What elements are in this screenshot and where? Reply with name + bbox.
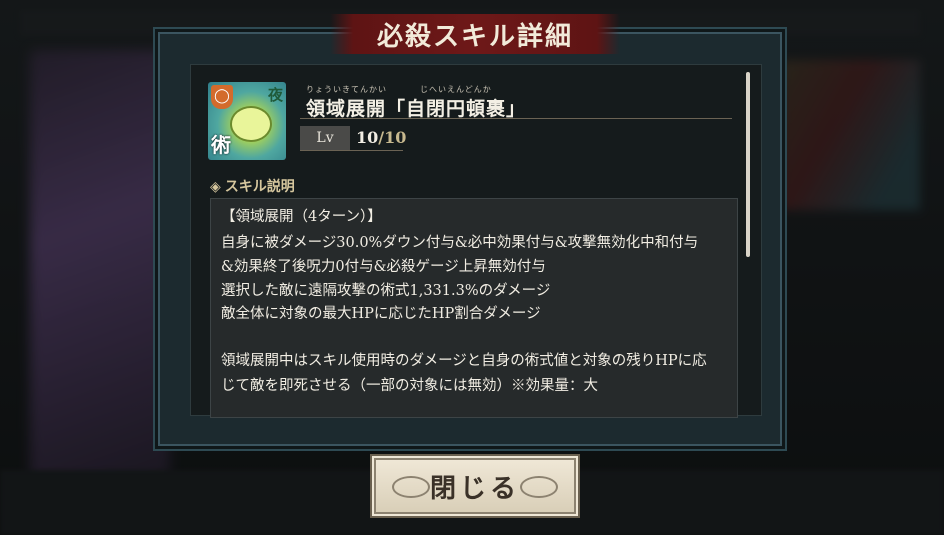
- skill-level: 10/10: [356, 128, 406, 147]
- ornament-left-icon: [392, 476, 430, 498]
- description-line: 領域展開中はスキル使用時のダメージと自身の術式値と対象の残りHPに応: [221, 353, 707, 369]
- close-button[interactable]: 閉じる: [374, 458, 576, 514]
- description-line: 【領域展開（4ターン）】: [221, 209, 382, 225]
- description-line: 選択した敵に遠隔攻撃の術式1,331.3%のダメージ: [221, 283, 551, 299]
- skill-emblem-icon: [230, 106, 272, 142]
- description-scrollbar[interactable]: [746, 72, 750, 257]
- skill-name-divider: [300, 118, 732, 119]
- description-line: じて敵を即死させる（一部の対象には無効）※効果量：大: [221, 378, 598, 394]
- description-line: 自身に被ダメージ30.0%ダウン付与&必中効果付与&攻撃無効化中和付与: [221, 235, 699, 251]
- level-label: Lv: [300, 126, 350, 150]
- skill-icon: ◯ 夜 術: [208, 82, 286, 160]
- ornament-right-icon: [520, 476, 558, 498]
- night-badge-icon: 夜: [267, 86, 283, 104]
- section-label: スキル説明: [224, 179, 295, 195]
- level-current: 10: [356, 128, 379, 147]
- close-button-label: 閉じる: [429, 473, 520, 504]
- level-divider: [300, 150, 403, 151]
- skill-description-box[interactable]: 【領域展開（4ターン）】 自身に被ダメージ30.0%ダウン付与&必中効果付与&攻…: [210, 198, 738, 418]
- shield-icon: ◯: [211, 85, 233, 109]
- description-line: 敵全体に対象の最大HPに応じたHP割合ダメージ: [221, 306, 541, 322]
- level-max: 10: [384, 128, 407, 147]
- technique-badge-icon: 術: [211, 133, 231, 157]
- skill-description-heading: ◈ スキル説明: [210, 176, 295, 196]
- dialog-title: 必殺スキル詳細: [376, 21, 573, 52]
- dialog-title-banner: 必殺スキル詳細: [330, 14, 620, 54]
- description-line: &効果終了後呪力0付与&必殺ゲージ上昇無効付与: [221, 259, 546, 275]
- skill-name: 領域展開「自閉円頓裹」: [306, 98, 527, 120]
- diamond-icon: ◈: [210, 179, 221, 195]
